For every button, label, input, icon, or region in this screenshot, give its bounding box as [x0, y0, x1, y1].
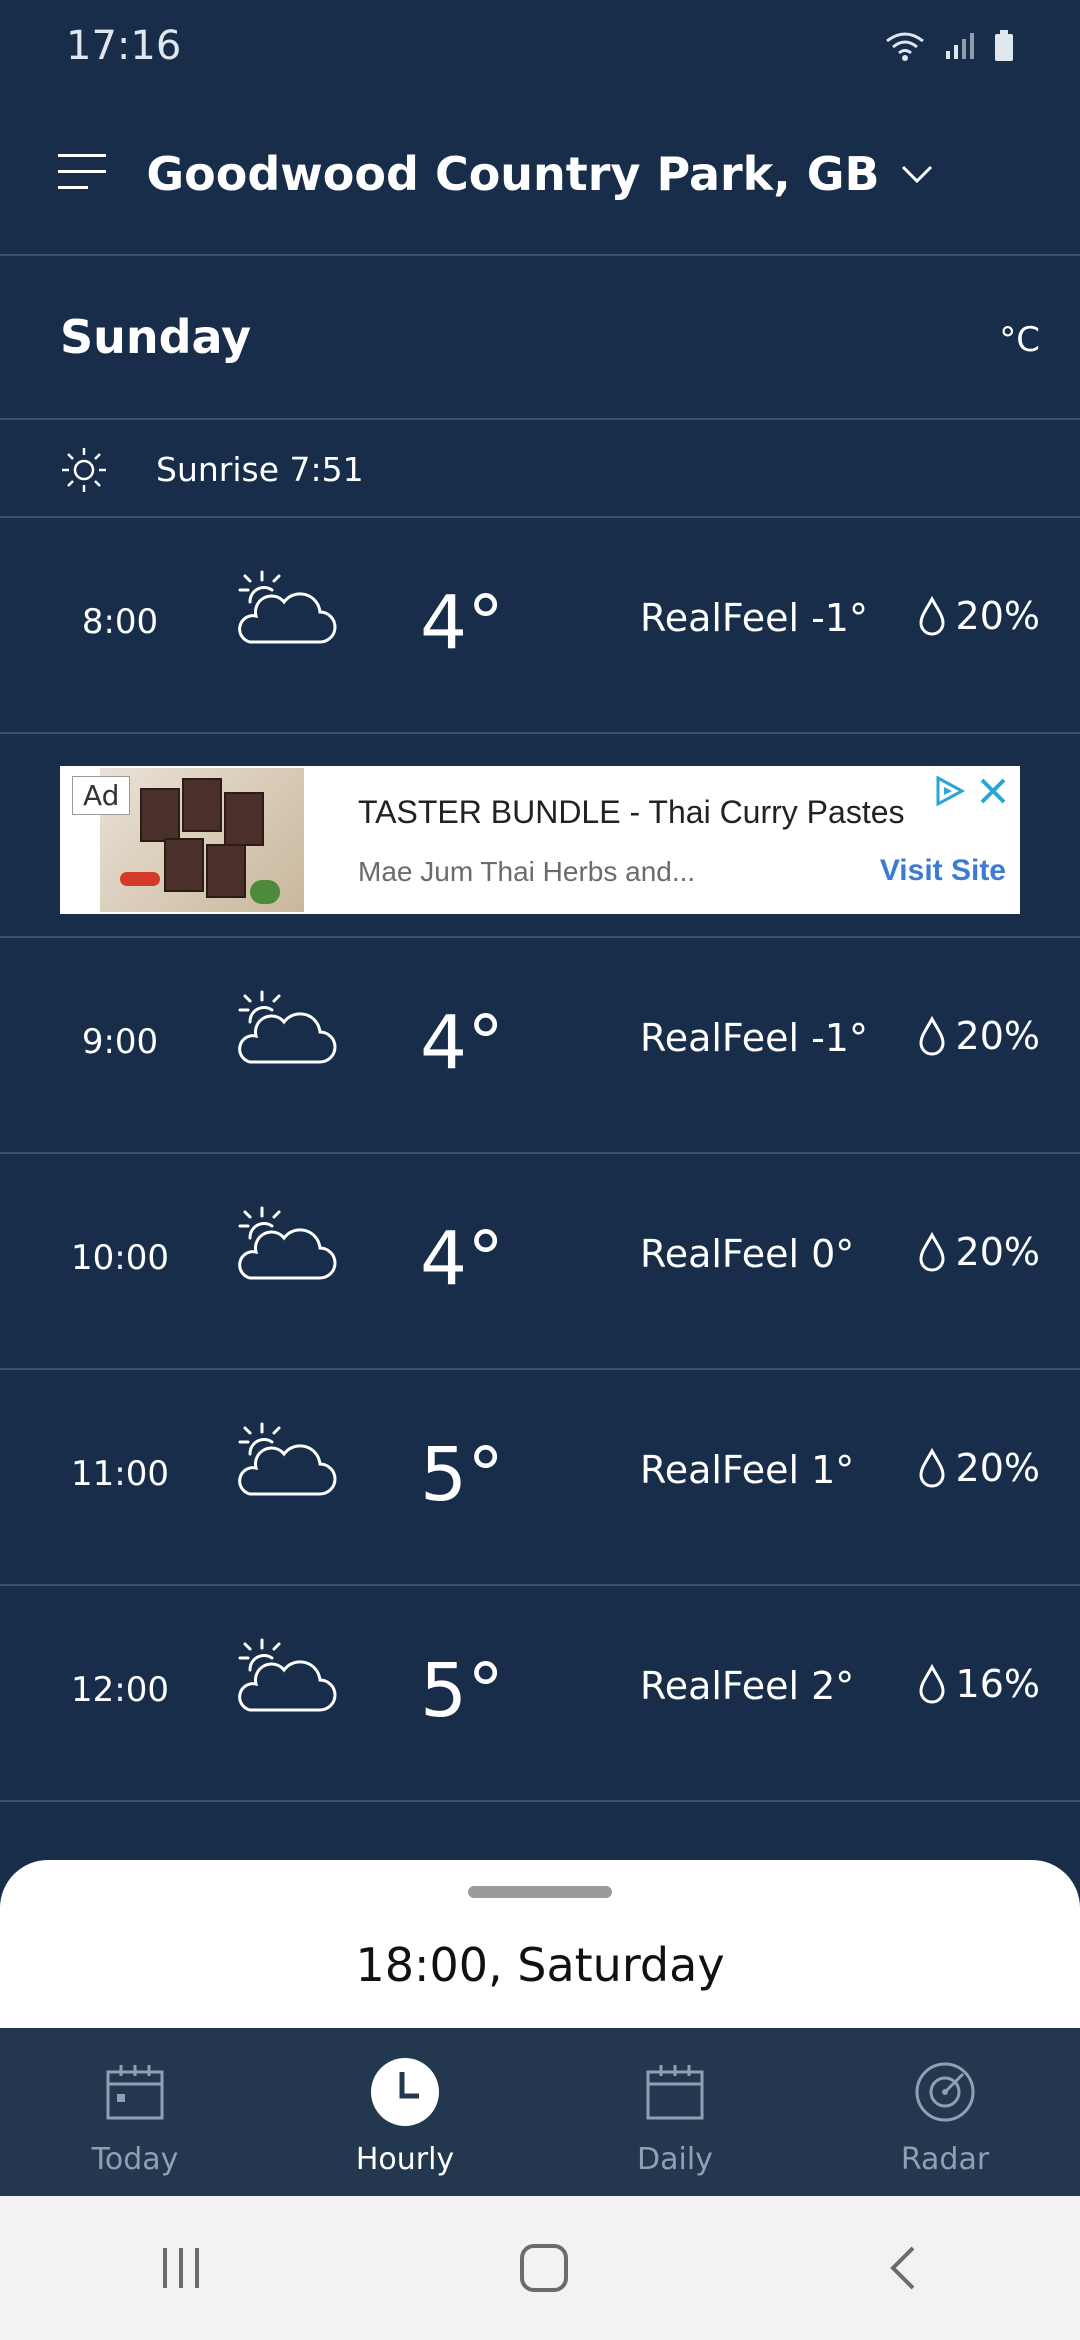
- hour-row[interactable]: 10:00 4° RealFeel 0° 20%: [0, 1154, 1080, 1370]
- ad-badge: Ad: [72, 776, 131, 815]
- tab-label: Today: [91, 2142, 179, 2177]
- hour-row[interactable]: 9:00 4° RealFeel -1° 20%: [0, 938, 1080, 1154]
- ad-banner[interactable]: Ad TASTER BUNDLE - Thai Curry Pastes Mae…: [60, 766, 1020, 914]
- ad-image[interactable]: [100, 768, 304, 912]
- radar-icon: [915, 2062, 975, 2122]
- system-navigation-bar: [0, 2196, 1080, 2340]
- partly-sunny-icon: [238, 990, 337, 1064]
- tab-label: Hourly: [355, 2142, 455, 2177]
- visit-site-link[interactable]: Visit Site: [880, 854, 1006, 888]
- hour-precipitation: 20%: [918, 1014, 1040, 1058]
- day-header: Sunday °C: [0, 258, 1080, 420]
- day-name: Sunday: [60, 310, 252, 364]
- hour-precipitation: 20%: [918, 594, 1040, 638]
- hour-row[interactable]: 8:00 4° RealFeel -1° 20%: [0, 518, 1080, 734]
- hour-temperature: 4°: [420, 1216, 505, 1302]
- hour-temperature: 5°: [420, 1648, 505, 1734]
- clock-icon: [371, 2058, 439, 2126]
- hour-time: 9:00: [81, 1022, 159, 1062]
- wifi-icon: [886, 32, 924, 61]
- hour-temperature: 5°: [420, 1432, 505, 1518]
- ad-container: Ad TASTER BUNDLE - Thai Curry Pastes Mae…: [0, 734, 1080, 938]
- sunrise-text: Sunrise 7:51: [156, 450, 364, 489]
- close-icon[interactable]: [978, 776, 1008, 806]
- signal-icon: [946, 33, 974, 59]
- ad-subtitle: Mae Jum Thai Herbs and...: [358, 856, 696, 887]
- drop-icon: [919, 1232, 945, 1272]
- recent-apps-icon[interactable]: [157, 2244, 205, 2292]
- unit-toggle[interactable]: °C: [999, 320, 1040, 360]
- tab-label: Daily: [637, 2142, 713, 2177]
- hour-precipitation: 20%: [918, 1230, 1040, 1274]
- hour-temperature: 4°: [420, 1000, 505, 1086]
- status-icons: [884, 29, 1014, 63]
- tab-daily[interactable]: Daily: [540, 2028, 810, 2196]
- sheet-title: 18:00, Saturday: [355, 1938, 725, 1992]
- hour-precipitation: 16%: [918, 1662, 1040, 1706]
- hour-time: 11:00: [71, 1454, 169, 1494]
- calendar-icon: [646, 2065, 704, 2120]
- precip-value: 16%: [955, 1662, 1040, 1706]
- hour-time: 8:00: [81, 602, 159, 642]
- precip-value: 20%: [955, 1014, 1040, 1058]
- location-selector[interactable]: Goodwood Country Park, GB: [0, 92, 1080, 256]
- tab-label: Radar: [900, 2142, 990, 2177]
- ad-title[interactable]: TASTER BUNDLE - Thai Curry Pastes: [358, 794, 905, 831]
- drop-icon: [919, 1448, 945, 1488]
- status-time: 17:16: [66, 23, 182, 69]
- chevron-down-icon: [901, 165, 932, 184]
- partly-sunny-icon: [238, 1206, 337, 1280]
- tab-today[interactable]: Today: [0, 2028, 270, 2196]
- ad-controls: [932, 774, 1008, 808]
- bottom-navigation: Today Hourly Daily Radar: [0, 2028, 1080, 2196]
- hour-realfeel: RealFeel 2°: [640, 1664, 855, 1708]
- adchoices-icon[interactable]: [932, 774, 966, 808]
- tab-radar[interactable]: Radar: [810, 2028, 1080, 2196]
- hour-row[interactable]: 12:00 5° RealFeel 2° 16%: [0, 1586, 1080, 1802]
- drop-icon: [919, 1016, 945, 1056]
- hour-time: 10:00: [71, 1238, 169, 1278]
- tab-hourly[interactable]: Hourly: [270, 2028, 540, 2196]
- hour-realfeel: RealFeel 0°: [640, 1232, 855, 1276]
- hour-realfeel: RealFeel -1°: [640, 1016, 868, 1060]
- precip-value: 20%: [955, 1230, 1040, 1274]
- location-name: Goodwood Country Park, GB: [146, 147, 880, 201]
- precip-value: 20%: [955, 594, 1040, 638]
- battery-icon: [995, 30, 1013, 61]
- hour-realfeel: RealFeel 1°: [640, 1448, 855, 1492]
- app-header: Goodwood Country Park, GB: [0, 92, 1080, 256]
- hour-time: 12:00: [71, 1670, 169, 1710]
- hour-row[interactable]: 11:00 5° RealFeel 1° 20%: [0, 1370, 1080, 1586]
- drag-handle[interactable]: [468, 1886, 612, 1898]
- home-icon[interactable]: [518, 2242, 570, 2294]
- partly-sunny-icon: [238, 1422, 337, 1496]
- sun-icon: [62, 448, 106, 492]
- partly-sunny-icon: [238, 570, 337, 644]
- hour-temperature: 4°: [420, 580, 505, 666]
- status-bar: 17:16: [0, 0, 1080, 92]
- partly-sunny-icon: [238, 1638, 337, 1712]
- back-icon[interactable]: [883, 2242, 923, 2294]
- precip-value: 20%: [955, 1446, 1040, 1490]
- drop-icon: [919, 1664, 945, 1704]
- hour-precipitation: 20%: [918, 1446, 1040, 1490]
- bottom-sheet[interactable]: 18:00, Saturday: [0, 1860, 1080, 2028]
- sunrise-row: Sunrise 7:51: [0, 422, 1080, 518]
- hour-realfeel: RealFeel -1°: [640, 596, 868, 640]
- calendar-icon: [106, 2065, 164, 2120]
- drop-icon: [919, 596, 945, 636]
